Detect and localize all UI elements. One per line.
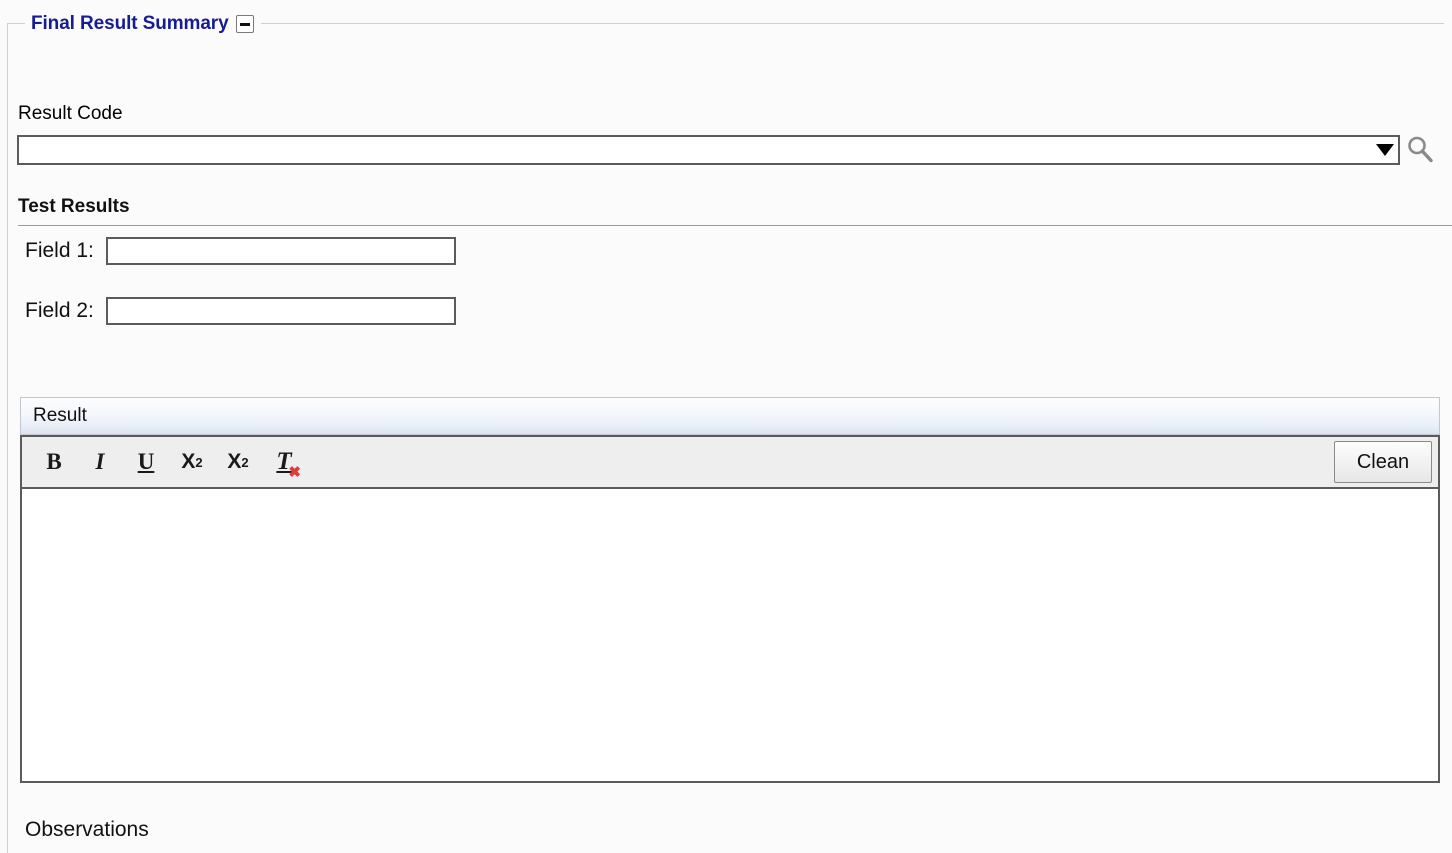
remove-format-icon[interactable]: T ✖ (264, 442, 304, 482)
bold-icon[interactable]: B (34, 442, 74, 482)
underline-icon[interactable]: U (126, 442, 166, 482)
italic-icon[interactable]: I (80, 442, 120, 482)
result-editor-textarea[interactable] (20, 487, 1440, 783)
result-editor: Result B I U X2 X2 T ✖ Clean (20, 397, 1440, 783)
subscript-mark: 2 (195, 454, 203, 470)
field-2-label: Field 2: (25, 299, 94, 322)
field-2-input[interactable] (105, 297, 456, 325)
panel-title: Final Result Summary (31, 13, 229, 34)
superscript-mark: 2 (241, 454, 249, 470)
result-editor-title: Result (33, 405, 87, 426)
observations-label: Observations (25, 818, 149, 841)
subscript-icon[interactable]: X2 (172, 442, 212, 482)
field-row-2: Field 2: (25, 297, 456, 325)
chevron-down-icon[interactable] (1376, 144, 1394, 156)
field-1-input[interactable] (105, 237, 456, 265)
minus-bar (239, 22, 250, 26)
panel-legend: Final Result Summary (25, 9, 261, 39)
remove-format-x-mark: ✖ (288, 464, 301, 481)
result-editor-header: Result (20, 397, 1440, 435)
field-1-label: Field 1: (25, 239, 94, 262)
test-results-divider (18, 225, 1452, 226)
clean-button[interactable]: Clean (1334, 441, 1432, 483)
result-code-input[interactable] (17, 135, 1400, 165)
test-results-heading: Test Results (18, 196, 1452, 222)
superscript-icon[interactable]: X2 (218, 442, 258, 482)
result-code-combobox[interactable] (17, 135, 1400, 165)
field-row-1: Field 1: (25, 237, 456, 265)
search-icon[interactable] (1404, 133, 1436, 165)
superscript-base: X (227, 450, 242, 473)
test-results-title: Test Results (18, 196, 130, 217)
minus-icon[interactable] (235, 15, 254, 33)
result-editor-toolbar: B I U X2 X2 T ✖ Clean (20, 435, 1440, 487)
subscript-base: X (181, 450, 196, 473)
result-code-label: Result Code (18, 103, 123, 124)
